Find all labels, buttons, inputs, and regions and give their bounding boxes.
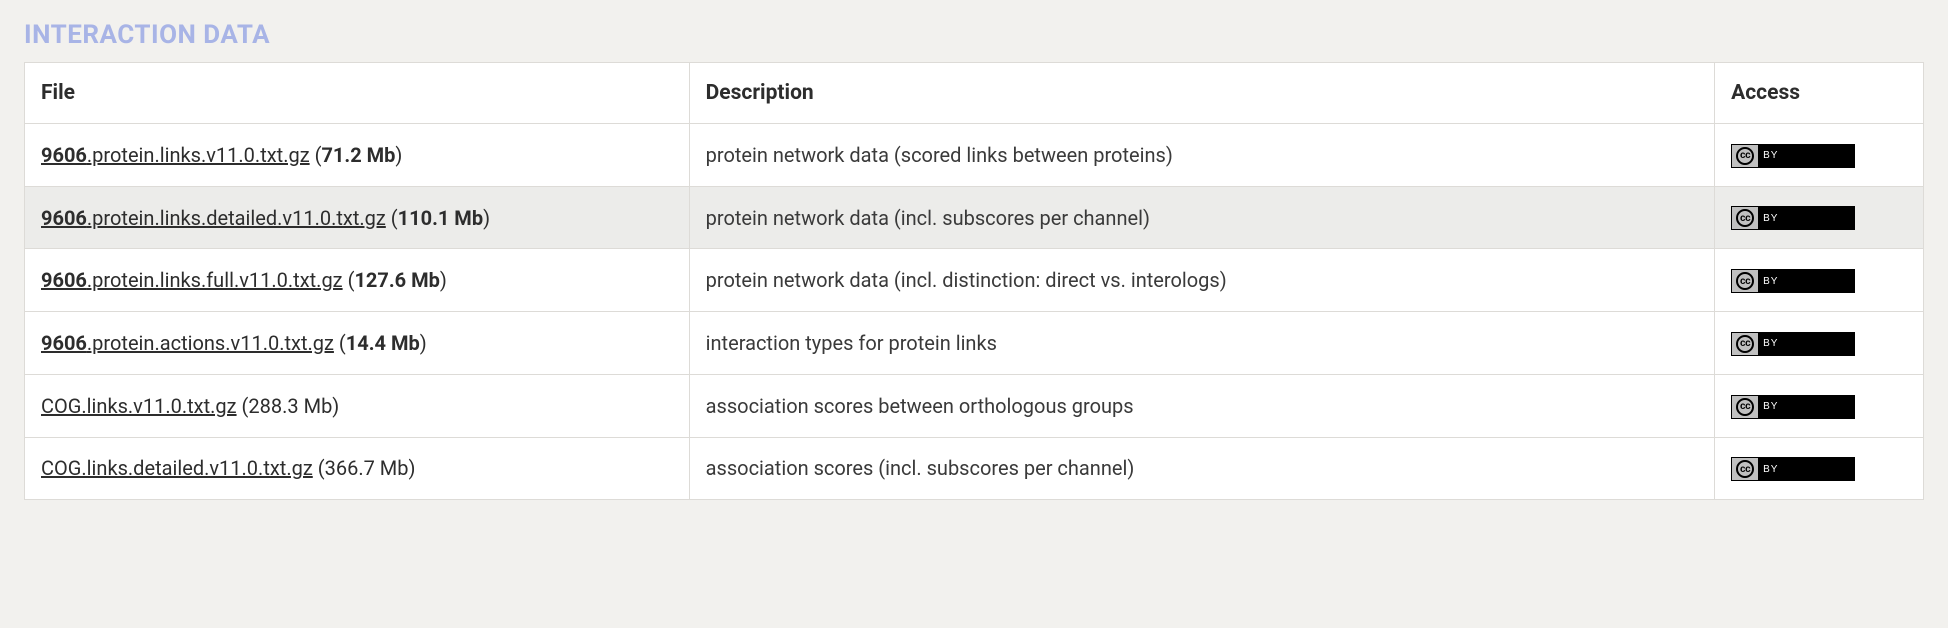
cell-access: cc BY <box>1715 249 1924 312</box>
cc-by-license-badge[interactable]: cc BY <box>1731 395 1855 419</box>
file-size: 110.1 Mb <box>398 206 483 230</box>
cc-badge-left: cc <box>1732 458 1758 480</box>
file-size-close: ) <box>440 268 447 292</box>
file-size: 71.2 Mb <box>321 143 395 167</box>
file-download-link[interactable]: COG.links.detailed.v11.0.txt.gz <box>41 456 313 480</box>
cell-file: 9606.protein.links.full.v11.0.txt.gz (12… <box>25 249 690 312</box>
cc-badge-left: cc <box>1732 333 1758 355</box>
cc-badge-left: cc <box>1732 207 1758 229</box>
file-download-link[interactable]: 9606.protein.actions.v11.0.txt.gz <box>41 331 334 355</box>
file-rest: .protein.links.v11.0.txt.gz <box>87 143 310 167</box>
header-file: File <box>25 63 690 124</box>
table-row: 9606.protein.links.v11.0.txt.gz (71.2 Mb… <box>25 124 1924 187</box>
file-rest: COG.links.detailed.v11.0.txt.gz <box>41 456 313 480</box>
cc-by-license-badge[interactable]: cc BY <box>1731 457 1855 481</box>
file-prefix: 9606 <box>41 206 87 230</box>
file-prefix: 9606 <box>41 331 87 355</box>
file-size-open: ( <box>318 456 325 480</box>
cc-by-license-badge[interactable]: cc BY <box>1731 332 1855 356</box>
table-row: COG.links.detailed.v11.0.txt.gz (366.7 M… <box>25 437 1924 500</box>
cell-file: COG.links.v11.0.txt.gz (288.3 Mb) <box>25 374 690 437</box>
cell-access: cc BY <box>1715 374 1924 437</box>
cell-description: association scores between orthologous g… <box>689 374 1714 437</box>
cell-description: protein network data (scored links betwe… <box>689 124 1714 187</box>
cell-file: 9606.protein.links.v11.0.txt.gz (71.2 Mb… <box>25 124 690 187</box>
file-download-link[interactable]: 9606.protein.links.v11.0.txt.gz <box>41 143 310 167</box>
file-rest: COG.links.v11.0.txt.gz <box>41 394 237 418</box>
cc-badge-right: BY <box>1758 396 1854 418</box>
file-rest: .protein.actions.v11.0.txt.gz <box>87 331 334 355</box>
cc-circle-icon: cc <box>1736 272 1754 290</box>
cc-badge-right: BY <box>1758 333 1854 355</box>
cc-badge-left: cc <box>1732 145 1758 167</box>
cell-access: cc BY <box>1715 437 1924 500</box>
cell-description: protein network data (incl. distinction:… <box>689 249 1714 312</box>
cc-by-license-badge[interactable]: cc BY <box>1731 206 1855 230</box>
file-rest: .protein.links.detailed.v11.0.txt.gz <box>87 206 386 230</box>
file-size-close: ) <box>332 394 339 418</box>
file-download-link[interactable]: COG.links.v11.0.txt.gz <box>41 394 237 418</box>
cell-file: 9606.protein.actions.v11.0.txt.gz (14.4 … <box>25 312 690 375</box>
cc-badge-right: BY <box>1758 270 1854 292</box>
cell-description: protein network data (incl. subscores pe… <box>689 186 1714 249</box>
cc-circle-icon: cc <box>1736 147 1754 165</box>
cc-circle-icon: cc <box>1736 209 1754 227</box>
file-size: 366.7 Mb <box>325 456 409 480</box>
cc-badge-right: BY <box>1758 458 1854 480</box>
file-size-close: ) <box>420 331 427 355</box>
interaction-data-table: File Description Access 9606.protein.lin… <box>24 62 1924 500</box>
cell-description: interaction types for protein links <box>689 312 1714 375</box>
file-size: 14.4 Mb <box>346 331 420 355</box>
file-prefix: 9606 <box>41 143 87 167</box>
cell-file: 9606.protein.links.detailed.v11.0.txt.gz… <box>25 186 690 249</box>
file-rest: .protein.links.full.v11.0.txt.gz <box>87 268 343 292</box>
table-row: 9606.protein.links.full.v11.0.txt.gz (12… <box>25 249 1924 312</box>
table-row: 9606.protein.actions.v11.0.txt.gz (14.4 … <box>25 312 1924 375</box>
file-size-close: ) <box>483 206 490 230</box>
cc-by-license-badge[interactable]: cc BY <box>1731 269 1855 293</box>
file-size: 127.6 Mb <box>354 268 439 292</box>
file-size-close: ) <box>408 456 415 480</box>
cell-access: cc BY <box>1715 124 1924 187</box>
file-size-close: ) <box>395 143 402 167</box>
cc-by-license-badge[interactable]: cc BY <box>1731 144 1855 168</box>
cc-badge-left: cc <box>1732 270 1758 292</box>
file-size: 288.3 Mb <box>248 394 332 418</box>
file-prefix: 9606 <box>41 268 87 292</box>
file-size-open: ( <box>339 331 346 355</box>
header-description: Description <box>689 63 1714 124</box>
cc-badge-right: BY <box>1758 207 1854 229</box>
cell-file: COG.links.detailed.v11.0.txt.gz (366.7 M… <box>25 437 690 500</box>
file-download-link[interactable]: 9606.protein.links.full.v11.0.txt.gz <box>41 268 343 292</box>
table-row: COG.links.v11.0.txt.gz (288.3 Mb) associ… <box>25 374 1924 437</box>
cc-badge-left: cc <box>1732 396 1758 418</box>
cell-access: cc BY <box>1715 186 1924 249</box>
table-row: 9606.protein.links.detailed.v11.0.txt.gz… <box>25 186 1924 249</box>
cc-circle-icon: cc <box>1736 398 1754 416</box>
cell-description: association scores (incl. subscores per … <box>689 437 1714 500</box>
cc-circle-icon: cc <box>1736 335 1754 353</box>
file-download-link[interactable]: 9606.protein.links.detailed.v11.0.txt.gz <box>41 206 386 230</box>
cell-access: cc BY <box>1715 312 1924 375</box>
file-size-open: ( <box>391 206 398 230</box>
cc-badge-right: BY <box>1758 145 1854 167</box>
header-access: Access <box>1715 63 1924 124</box>
section-title: INTERACTION DATA <box>24 20 1924 50</box>
cc-circle-icon: cc <box>1736 460 1754 478</box>
